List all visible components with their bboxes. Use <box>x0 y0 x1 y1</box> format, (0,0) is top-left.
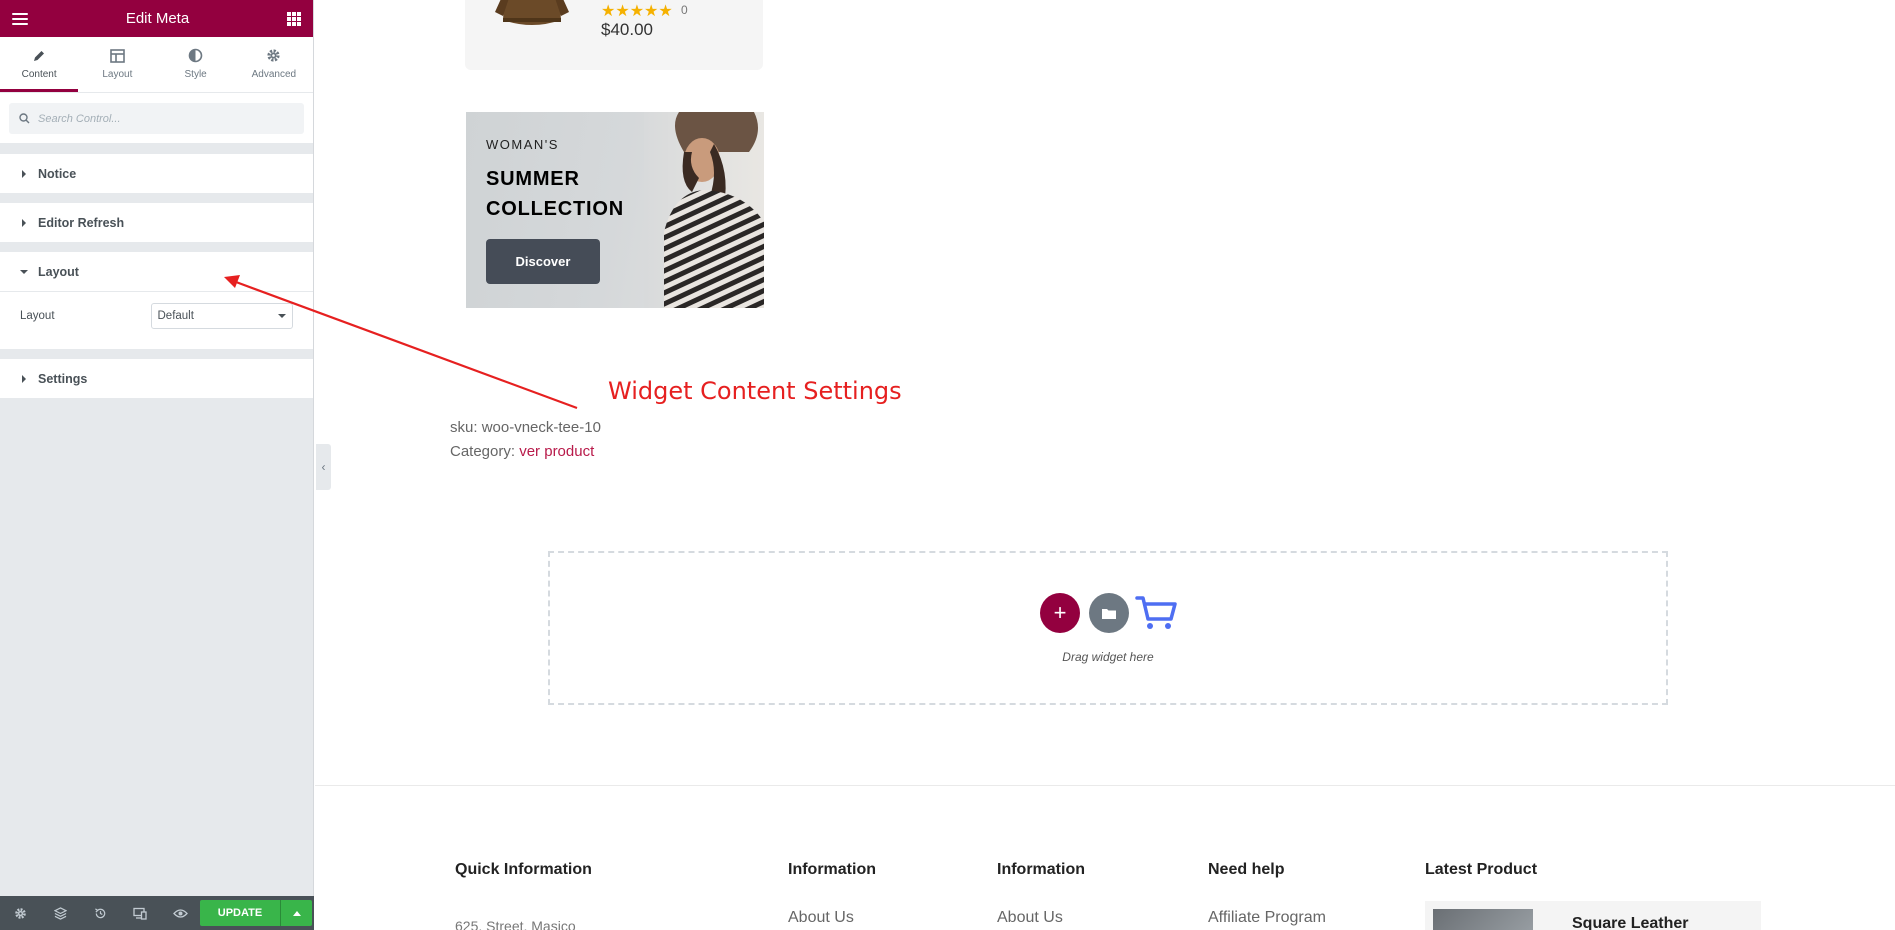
latest-product-name[interactable]: Square Leather <box>1572 915 1688 930</box>
caret-down-icon <box>20 269 28 274</box>
panel-footer: UPDATE <box>0 896 314 930</box>
woocommerce-templates-button[interactable] <box>1135 595 1177 631</box>
section-notice-label: Notice <box>38 166 77 181</box>
footer-address: 625, Street, Masico <box>455 918 576 930</box>
section-settings[interactable]: Settings <box>0 359 313 398</box>
sku-value: woo-vneck-tee-10 <box>481 419 601 436</box>
section-layout: Layout Layout Default <box>0 252 313 349</box>
category-line: Category: ver product <box>450 440 601 464</box>
navigator-button[interactable] <box>40 896 80 930</box>
footer-col-title-information-2: Information <box>997 861 1085 878</box>
section-editor-refresh-header[interactable]: Editor Refresh <box>0 203 313 242</box>
sku-line: sku: woo-vneck-tee-10 <box>450 416 601 440</box>
section-settings-header[interactable]: Settings <box>0 359 313 398</box>
plus-icon: + <box>1053 600 1067 625</box>
product-meta: sku: woo-vneck-tee-10 Category: ver prod… <box>450 416 601 464</box>
banner-subtitle: WOMAN'S <box>486 137 559 152</box>
search-box <box>9 103 304 134</box>
tab-content-label: Content <box>21 68 57 80</box>
add-template-button[interactable] <box>1089 593 1129 633</box>
banner-title: SUMMER COLLECTION <box>486 168 624 220</box>
caret-right-icon <box>22 169 26 178</box>
folder-icon <box>1102 608 1116 619</box>
footer-col-title-information: Information <box>788 861 876 878</box>
promo-banner: WOMAN'S SUMMER COLLECTION Discover <box>466 112 764 308</box>
discover-button[interactable]: Discover <box>486 239 600 284</box>
rating-stars: ★★★★★ <box>601 3 673 20</box>
section-editor-refresh[interactable]: Editor Refresh <box>0 203 313 242</box>
section-settings-label: Settings <box>38 371 88 386</box>
layout-select-value: Default <box>157 309 194 322</box>
tab-advanced-label: Advanced <box>251 68 297 80</box>
footer-divider <box>315 785 1895 786</box>
tab-style[interactable]: Style <box>157 37 235 92</box>
tab-style-label: Style <box>184 68 207 80</box>
panel-tabs: Content Layout Style Advanced <box>0 37 313 93</box>
sku-label: sku: <box>450 419 478 436</box>
page-preview: ★★★★★ 0 $40.00 WOMAN'S SUMMER COLLECTION… <box>224 0 1895 930</box>
tab-content[interactable]: Content <box>0 37 79 92</box>
contrast-icon <box>188 47 203 65</box>
section-notice-header[interactable]: Notice <box>0 154 313 193</box>
layout-control-label: Layout <box>20 309 55 322</box>
section-editor-refresh-label: Editor Refresh <box>38 215 125 230</box>
search-control <box>0 93 313 144</box>
chevron-down-icon <box>278 313 286 318</box>
elementor-editor: Edit Meta Content Layout Style Advanced … <box>0 0 1895 930</box>
dropzone-buttons: + <box>1040 593 1177 633</box>
pencil-icon <box>32 47 46 65</box>
model-photo <box>644 112 764 308</box>
preview-button[interactable] <box>160 896 200 930</box>
eye-icon <box>172 908 188 918</box>
layout-select[interactable]: Default <box>150 302 293 329</box>
search-input[interactable] <box>38 112 278 125</box>
footer-col-title-quick-information: Quick Information <box>455 861 592 878</box>
update-button[interactable]: UPDATE <box>200 900 280 926</box>
tab-advanced[interactable]: Advanced <box>235 37 313 92</box>
layers-icon <box>53 906 67 920</box>
product-card[interactable]: ★★★★★ 0 $40.00 <box>465 0 763 70</box>
gear-icon <box>266 47 281 65</box>
footer-col-title-latest-product: Latest Product <box>1425 861 1538 878</box>
dropzone-label: Drag widget here <box>1062 650 1154 664</box>
annotation-label: Widget Content Settings <box>608 377 902 405</box>
menu-icon[interactable] <box>12 12 28 25</box>
section-layout-label: Layout <box>38 264 79 279</box>
history-button[interactable] <box>80 896 120 930</box>
footer-col-title-need-help: Need help <box>1208 861 1285 878</box>
category-link[interactable]: ver product <box>519 443 594 460</box>
product-image <box>495 0 569 25</box>
update-options-button[interactable] <box>280 900 312 926</box>
footer-link-about-us-2[interactable]: About Us <box>997 909 1063 927</box>
history-icon <box>94 907 105 918</box>
product-price: $40.00 <box>601 20 653 39</box>
panel-title: Edit Meta <box>125 10 190 27</box>
layout-control: Layout Default <box>0 291 313 349</box>
review-count: 0 <box>681 3 688 17</box>
widgets-grid-icon[interactable] <box>287 11 301 26</box>
latest-product-image <box>1433 909 1533 930</box>
editor-panel: Edit Meta Content Layout Style Advanced … <box>0 0 314 930</box>
cart-icon <box>1135 596 1177 629</box>
search-icon <box>19 113 30 124</box>
section-layout-header[interactable]: Layout <box>0 252 313 291</box>
footer-link-about-us[interactable]: About Us <box>788 909 854 927</box>
gear-icon <box>14 907 26 919</box>
panel-header: Edit Meta <box>0 0 313 37</box>
footer-link-affiliate-program[interactable]: Affiliate Program <box>1208 909 1326 927</box>
empty-section-dropzone[interactable]: + Drag widget here <box>548 551 1668 705</box>
settings-button[interactable] <box>0 896 40 930</box>
monitor-icon <box>133 907 147 920</box>
caret-right-icon <box>22 218 26 227</box>
section-notice[interactable]: Notice <box>0 154 313 193</box>
layout-icon <box>110 47 125 65</box>
category-label: Category: <box>450 443 516 460</box>
tab-layout[interactable]: Layout <box>78 37 156 92</box>
responsive-button[interactable] <box>120 896 160 930</box>
tab-layout-label: Layout <box>102 68 133 80</box>
caret-up-icon <box>292 910 301 916</box>
add-section-button[interactable]: + <box>1040 593 1080 633</box>
caret-right-icon <box>22 374 26 383</box>
